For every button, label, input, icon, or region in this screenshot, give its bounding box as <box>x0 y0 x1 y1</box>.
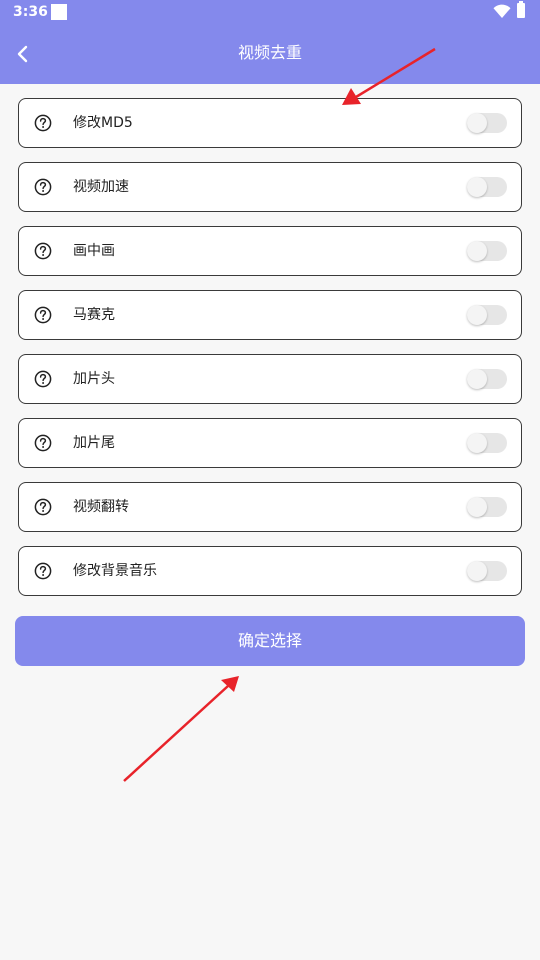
toggle-switch[interactable] <box>467 241 507 261</box>
option-label: 加片尾 <box>73 435 115 451</box>
chevron-left-icon <box>17 45 28 63</box>
option-label: 画中画 <box>73 243 115 259</box>
toggle-switch[interactable] <box>467 113 507 133</box>
toggle-knob <box>467 305 487 325</box>
option-item: 修改背景音乐 <box>18 546 522 596</box>
toggle-switch[interactable] <box>467 305 507 325</box>
option-label: 马赛克 <box>73 307 115 323</box>
toggle-switch[interactable] <box>467 561 507 581</box>
toggle-knob <box>467 497 487 517</box>
option-item: 画中画 <box>18 226 522 276</box>
question-circle-icon[interactable] <box>34 370 52 388</box>
app-header: 视频去重 <box>0 24 540 84</box>
page-title: 视频去重 <box>237 43 302 62</box>
question-circle-icon[interactable] <box>34 178 52 196</box>
option-label: 加片头 <box>73 371 115 387</box>
back-button[interactable] <box>8 38 40 70</box>
option-item: 马赛克 <box>18 290 522 340</box>
option-item: 修改MD5 <box>18 98 522 148</box>
option-label: 视频加速 <box>73 179 129 195</box>
option-label: 视频翻转 <box>73 499 129 515</box>
question-circle-icon[interactable] <box>34 306 52 324</box>
toggle-knob <box>467 113 487 133</box>
status-bar: 3:36 <box>0 0 540 24</box>
option-item: 视频加速 <box>18 162 522 212</box>
wifi-icon <box>493 4 511 18</box>
arrow-to-confirm-button <box>123 676 239 782</box>
confirm-selection-button[interactable]: 确定选择 <box>15 616 525 666</box>
question-circle-icon[interactable] <box>34 562 52 580</box>
toggle-knob <box>467 369 487 389</box>
option-list: 修改MD5 视频加速 画中画 马赛克 加片头 加片尾 视频翻转 修改背景音乐 <box>18 98 522 610</box>
option-label: 修改MD5 <box>73 115 133 131</box>
toggle-switch[interactable] <box>467 433 507 453</box>
toggle-knob <box>467 561 487 581</box>
option-label: 修改背景音乐 <box>73 563 157 579</box>
status-time: 3:36 <box>13 4 48 20</box>
question-circle-icon[interactable] <box>34 434 52 452</box>
battery-icon <box>517 1 525 18</box>
toggle-switch[interactable] <box>467 177 507 197</box>
notification-icon <box>51 4 67 20</box>
toggle-knob <box>467 241 487 261</box>
option-item: 加片头 <box>18 354 522 404</box>
question-circle-icon[interactable] <box>34 242 52 260</box>
toggle-switch[interactable] <box>467 497 507 517</box>
question-circle-icon[interactable] <box>34 114 52 132</box>
option-item: 加片尾 <box>18 418 522 468</box>
question-circle-icon[interactable] <box>34 498 52 516</box>
option-item: 视频翻转 <box>18 482 522 532</box>
toggle-switch[interactable] <box>467 369 507 389</box>
toggle-knob <box>467 433 487 453</box>
toggle-knob <box>467 177 487 197</box>
